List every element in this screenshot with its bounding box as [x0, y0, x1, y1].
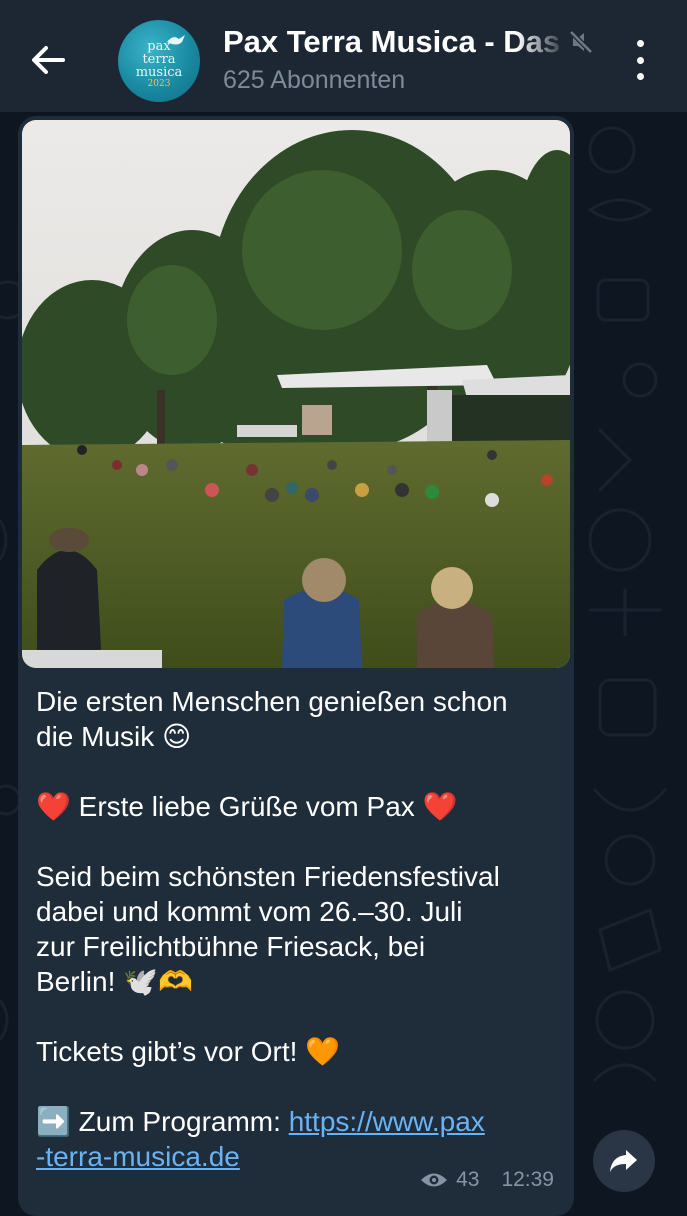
text-line: dabei und kommt vom 26.–30. Juli — [36, 896, 463, 927]
text-line: ➡️ Zum Programm: https://www.pax — [36, 1104, 561, 1139]
text-line: Seid beim schönsten Friedensfestival — [36, 861, 500, 892]
festival-photo-image — [22, 120, 570, 668]
channel-title[interactable]: Pax Terra Musica - Das Friedensfestival — [223, 24, 568, 64]
message-time: 12:39 — [501, 1168, 554, 1191]
heart-icon: ❤️ — [422, 791, 458, 822]
share-button[interactable] — [593, 1130, 655, 1192]
subscriber-count: 625 Abonnenten — [223, 66, 406, 94]
avatar-year: 2023 — [147, 79, 171, 89]
back-button[interactable] — [22, 34, 74, 86]
menu-dot — [636, 56, 644, 64]
chat-header: pax terra musica 2023 Pax Terra Musica -… — [0, 0, 687, 112]
share-arrow-icon — [610, 1150, 637, 1172]
text-line: zur Freilichtbühne Friesack, bei — [36, 931, 426, 962]
arrow-left-icon — [32, 46, 65, 74]
text-line: Die ersten Menschen genießen schon — [36, 686, 508, 717]
text-span: Zum Programm: — [70, 1106, 289, 1137]
channel-avatar[interactable]: pax terra musica 2023 — [118, 20, 200, 102]
menu-dot — [636, 73, 644, 80]
program-link[interactable]: -terra-musica.de — [36, 1141, 240, 1172]
festival-photo[interactable] — [22, 120, 570, 668]
message-text: Die ersten Menschen genießen schon die M… — [36, 684, 561, 1174]
muted-speaker-icon — [569, 30, 593, 54]
message-meta: 43 12:39 — [420, 1168, 554, 1192]
text-line: die Musik 😊 — [36, 721, 192, 752]
view-count: 43 — [456, 1168, 480, 1191]
text-line: Berlin! 🕊️🫶 — [36, 966, 193, 997]
avatar-text-line: musica — [135, 65, 183, 80]
more-menu-button[interactable] — [622, 38, 658, 82]
arrow-right-icon: ➡️ — [36, 1106, 71, 1137]
text-line: ❤️ Erste liebe Grüße vom Pax ❤️ — [36, 789, 561, 824]
program-link[interactable]: https://www.pax — [289, 1106, 485, 1137]
message-bubble[interactable]: Die ersten Menschen genießen schon die M… — [18, 116, 574, 1216]
eye-icon — [421, 1173, 448, 1187]
text-span: Erste liebe Grüße vom Pax — [70, 791, 423, 822]
heart-icon: ❤️ — [36, 791, 71, 822]
more-vertical-icon — [636, 40, 644, 47]
text-line: Tickets gibt’s vor Ort! 🧡 — [36, 1036, 341, 1067]
